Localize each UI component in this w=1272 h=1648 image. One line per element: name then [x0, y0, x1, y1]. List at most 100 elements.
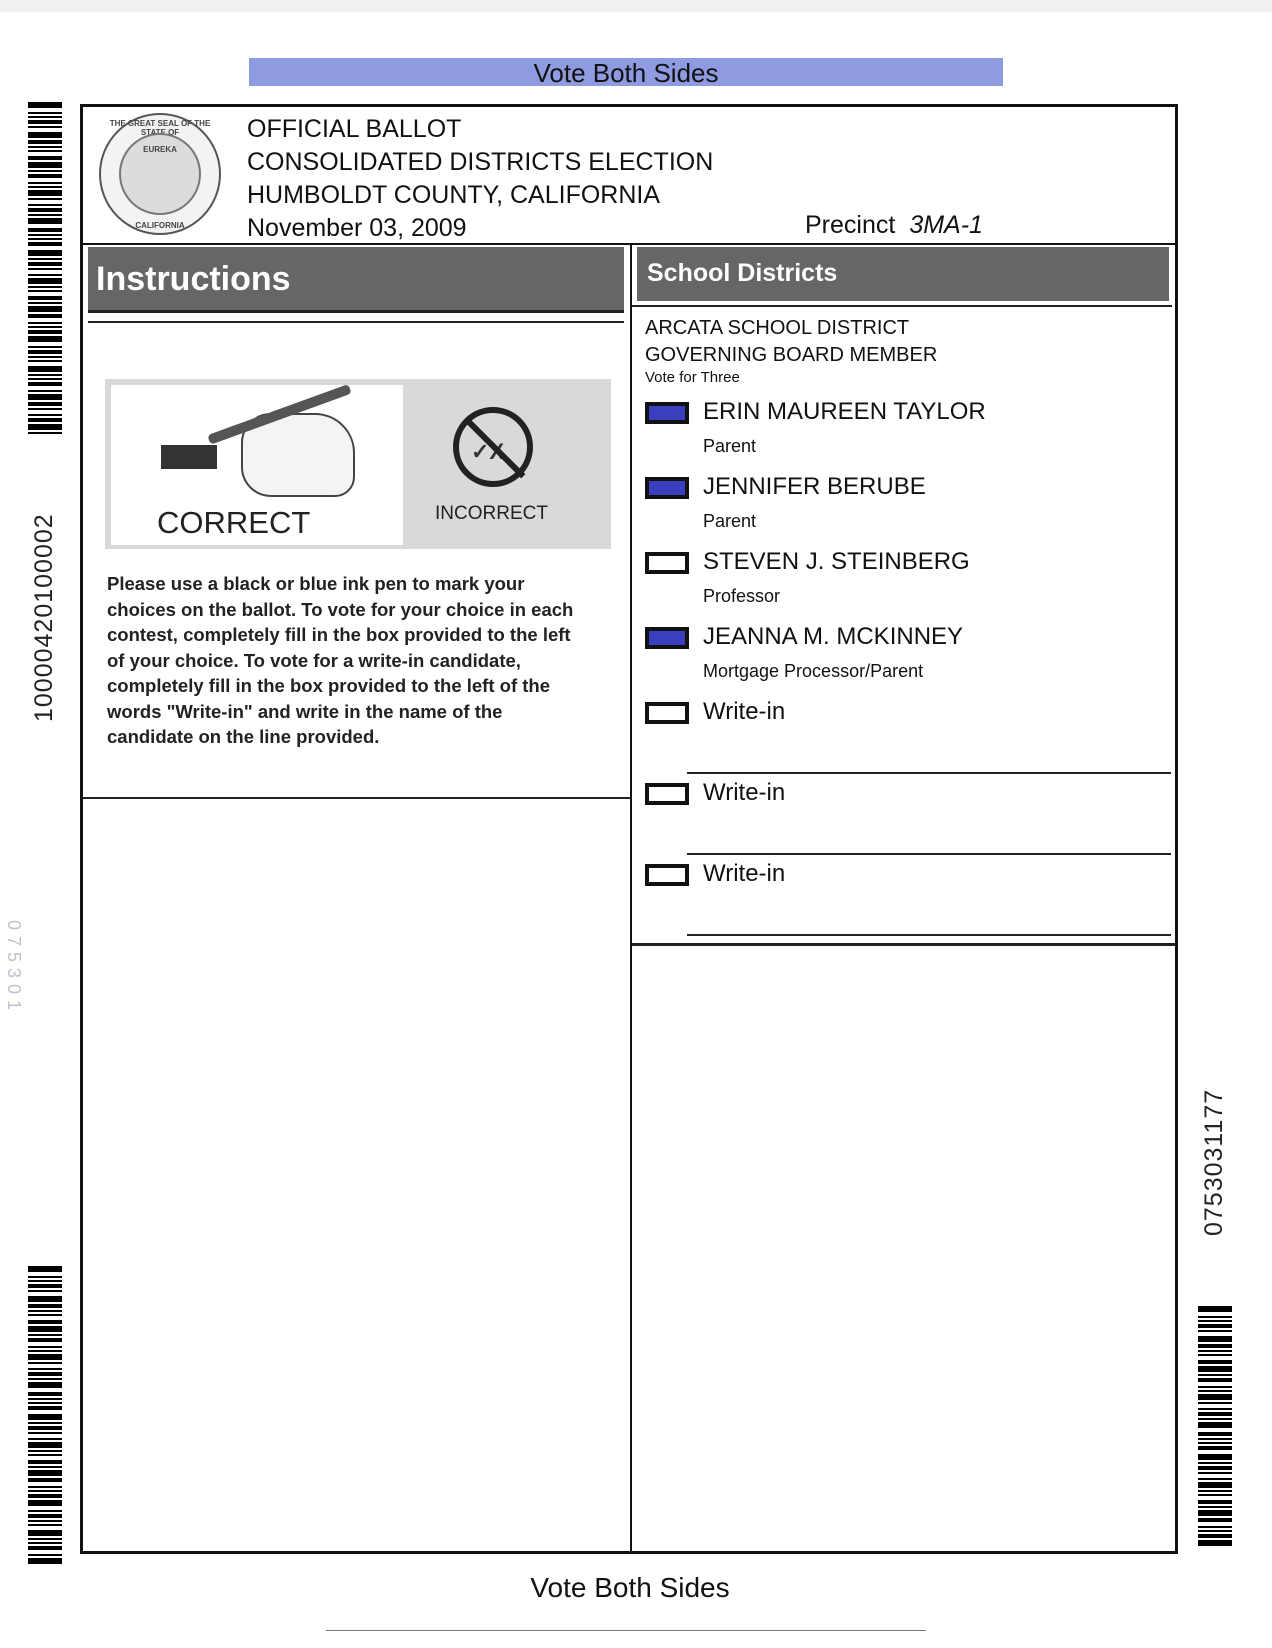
- candidate-checkbox[interactable]: [645, 402, 689, 424]
- barcode-bar: [28, 390, 62, 392]
- barcode-bar: [28, 1514, 62, 1518]
- barcode-bar: [1198, 1354, 1232, 1356]
- barcode-bar: [28, 1510, 62, 1512]
- vote-for-instruction: Vote for Three: [645, 369, 740, 386]
- barcode-bar: [28, 1454, 62, 1456]
- section-heading: School Districts: [637, 247, 1169, 301]
- california-seal-icon: THE GREAT SEAL OF THE STATE OF EUREKA CA…: [99, 113, 221, 235]
- barcode-bar: [28, 250, 62, 256]
- barcode-bar: [1198, 1316, 1232, 1318]
- barcode-bar: [28, 1304, 62, 1308]
- barcode-bar: [1198, 1446, 1232, 1450]
- write-in-line[interactable]: [687, 772, 1171, 774]
- write-in-checkbox[interactable]: [645, 864, 689, 886]
- precinct-label: Precinct: [805, 211, 896, 239]
- barcode-bar: [28, 1362, 62, 1364]
- barcode-bar: [28, 234, 62, 236]
- write-in-checkbox[interactable]: [645, 783, 689, 805]
- barcode-bar: [28, 1558, 62, 1564]
- barcode-bar: [28, 418, 62, 422]
- barcode-bar: [28, 350, 62, 354]
- barcode-bar: [28, 278, 62, 284]
- barcode-bar: [28, 208, 62, 212]
- barcode-bar: [28, 102, 62, 108]
- barcode-bar: [28, 1486, 62, 1488]
- barcode-bar: [28, 346, 62, 348]
- barcode-bar: [28, 262, 62, 266]
- barcode-bar: [28, 1494, 62, 1498]
- write-in-label: Write-in: [703, 779, 786, 806]
- vote-both-sides-footer: Vote Both Sides: [530, 1572, 730, 1603]
- instructions-column: Instructions CORRECT ✓X INCORRECT Please…: [83, 243, 632, 1551]
- barcode-bar: [1198, 1534, 1232, 1538]
- contest-district: ARCATA SCHOOL DISTRICT: [645, 317, 910, 339]
- barcode-bar: [1198, 1462, 1232, 1464]
- barcode-bar: [28, 1346, 62, 1348]
- barcode-bar: [28, 432, 62, 434]
- barcode-bar: [28, 1460, 62, 1464]
- barcode-bar: [28, 1542, 62, 1544]
- write-in-line[interactable]: [687, 934, 1171, 936]
- election-name: CONSOLIDATED DISTRICTS ELECTION: [247, 148, 714, 176]
- barcode-bar: [28, 290, 62, 292]
- candidate-checkbox[interactable]: [645, 477, 689, 499]
- barcode-bar: [28, 1538, 62, 1540]
- barcode-bar: [28, 1500, 62, 1506]
- election-date: November 03, 2009: [247, 214, 467, 242]
- write-in-checkbox[interactable]: [645, 702, 689, 724]
- page-corner: [0, 0, 1272, 12]
- barcode-bar: [28, 1520, 62, 1522]
- barcode-bar: [28, 1334, 62, 1336]
- marking-example: CORRECT ✓X INCORRECT: [105, 379, 611, 549]
- barcode-bar: [1198, 1482, 1232, 1488]
- barcode-bar: [28, 228, 62, 232]
- barcode-bar: [1198, 1412, 1232, 1416]
- instructions-heading: Instructions: [88, 247, 624, 313]
- barcode-bar: [1198, 1336, 1232, 1342]
- barcode-bar: [28, 306, 62, 312]
- barcode-bar: [1198, 1518, 1232, 1522]
- barcode-bar: [28, 186, 62, 188]
- barcode-bar: [28, 1466, 62, 1468]
- contest-title: ARCATA SCHOOL DISTRICT GOVERNING BOARD M…: [645, 315, 937, 369]
- candidate-name: ERIN MAUREEN TAYLOR: [703, 398, 986, 425]
- divider: [83, 797, 630, 799]
- barcode-right: [1198, 1306, 1232, 1550]
- barcode-bar: [28, 174, 62, 178]
- divider: [632, 305, 1172, 307]
- barcode-bar: [28, 242, 62, 246]
- faint-stamp: 075301: [4, 920, 24, 1017]
- barcode-bar: [28, 126, 62, 128]
- barcode-bar: [28, 198, 62, 200]
- barcode-bar: [28, 424, 62, 430]
- seal-bottom-text: CALIFORNIA: [135, 221, 185, 230]
- barcode-bar: [28, 1422, 62, 1424]
- barcode-bar: [28, 1338, 62, 1342]
- candidate-checkbox[interactable]: [645, 552, 689, 574]
- barcode-bar: [1198, 1432, 1232, 1436]
- barcode-bar: [28, 1432, 62, 1434]
- barcode-bar: [1198, 1386, 1232, 1388]
- barcode-bar: [28, 1280, 62, 1282]
- barcode-bar: [28, 1266, 62, 1272]
- barcode-bar: [28, 1398, 62, 1400]
- write-in-label: Write-in: [703, 698, 786, 725]
- candidate-checkbox[interactable]: [645, 627, 689, 649]
- barcode-bar: [28, 1490, 62, 1492]
- barcode-bar: [28, 1546, 62, 1550]
- correct-label: CORRECT: [157, 505, 311, 540]
- barcode-bar: [28, 1530, 62, 1536]
- barcode-bar: [28, 1470, 62, 1476]
- barcode-bar: [28, 170, 62, 172]
- barcode-bar: [1198, 1500, 1232, 1504]
- barcode-bar: [28, 1442, 62, 1448]
- write-in-line[interactable]: [687, 853, 1171, 855]
- barcode-bar: [28, 204, 62, 206]
- barcode-bar: [28, 330, 62, 334]
- correct-example: CORRECT: [111, 383, 403, 545]
- barcode-bar: [28, 116, 62, 118]
- precinct: Precinct 3MA-1: [805, 211, 983, 240]
- ballot-title-block: OFFICIAL BALLOT CONSOLIDATED DISTRICTS E…: [247, 113, 713, 245]
- footer-rule: [326, 1630, 926, 1631]
- barcode-bar: [28, 1276, 62, 1278]
